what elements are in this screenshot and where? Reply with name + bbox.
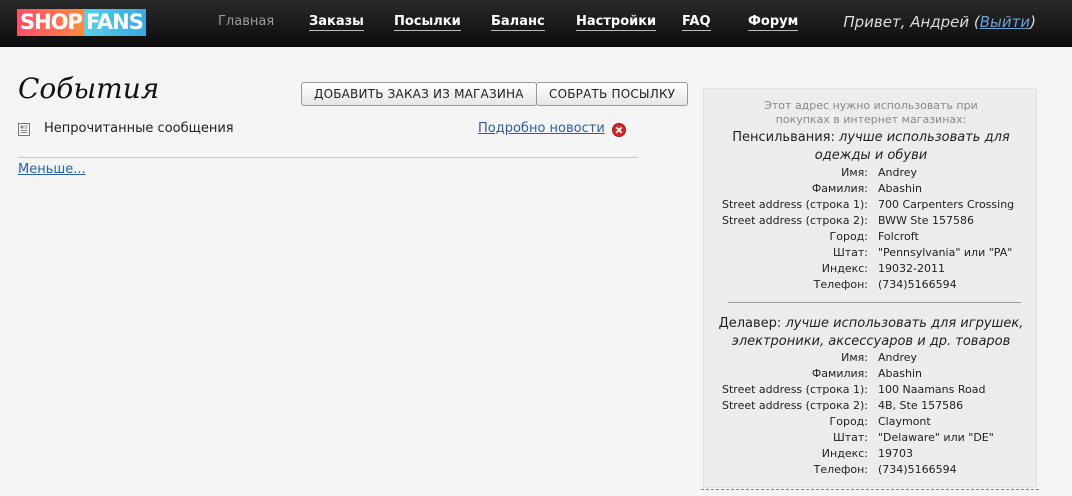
address-note-line1: Этот адрес нужно использовать при: [764, 99, 978, 112]
nav-forum[interactable]: Форум: [748, 14, 799, 31]
field-label: Штат:: [832, 246, 868, 259]
field-value: (734)5166594: [878, 278, 957, 291]
pennsylvania-heading: Пенсильвания: лучше использовать для оде…: [704, 129, 1038, 165]
address-row: Street address (строка 2): 4B, Ste 157586: [704, 398, 1038, 414]
logo-shop: SHOP: [17, 9, 84, 36]
unread-messages-row: Непрочитанные сообщения Подробно новости: [18, 121, 630, 139]
address-row: Город: Folcroft: [704, 229, 1038, 245]
address-row: Индекс: 19032-2011: [704, 261, 1038, 277]
delaware-hint: лучше использовать для игрушек,: [785, 316, 1024, 331]
field-label: Индекс:: [821, 447, 868, 460]
delaware-heading: Делавер: лучше использовать для игрушек,…: [704, 315, 1038, 351]
field-value: "Pennsylvania" или "PA": [878, 246, 1013, 259]
collect-parcel-button[interactable]: СОБРАТЬ ПОСЫЛКУ: [536, 82, 689, 106]
field-value: BWW Ste 157586: [878, 214, 974, 227]
shopfans-logo[interactable]: SHOP FANS: [17, 9, 146, 36]
field-label: Street address (строка 2):: [722, 399, 868, 412]
greeting-text: Привет, Андрей (: [843, 13, 980, 31]
pennsylvania-hint-2: одежды и обуви: [814, 148, 928, 163]
nav-balance[interactable]: Баланс: [491, 14, 545, 31]
field-label: Фамилия:: [811, 367, 868, 380]
field-value: Abashin: [878, 367, 922, 380]
field-label: Телефон:: [813, 278, 868, 291]
field-value: 100 Naamans Road: [878, 383, 986, 396]
address-row: Street address (строка 1): 700 Carpenters…: [704, 197, 1038, 213]
address-row: Телефон: (734)5166594: [704, 462, 1038, 478]
address-row: Город: Claymont: [704, 414, 1038, 430]
add-order-button[interactable]: ДОБАВИТЬ ЗАКАЗ ИЗ МАГАЗИНА: [301, 82, 537, 106]
field-value: Folcroft: [878, 230, 919, 243]
content-divider: [18, 157, 638, 158]
field-label: Street address (строка 1):: [722, 198, 868, 211]
address-row: Фамилия: Abashin: [704, 366, 1038, 382]
pennsylvania-address: Имя: Andrey Фамилия: Abashin Street addres…: [704, 165, 1038, 293]
address-note-line2: покупках в интернет магазинах:: [775, 113, 967, 126]
unread-messages-label: Непрочитанные сообщения: [44, 121, 234, 136]
more-news-link[interactable]: Подробно новости: [478, 121, 605, 136]
logo-fans: FANS: [83, 9, 146, 36]
delaware-hint-2: электроники, аксессуаров и др. товаров: [731, 334, 1011, 349]
nav-parcels[interactable]: Посылки: [394, 14, 461, 31]
address-row: Штат: "Pennsylvania" или "PA": [704, 245, 1038, 261]
delaware-address: Имя: Andrey Фамилия: Abashin Street addres…: [704, 350, 1038, 478]
address-row: Телефон: (734)5166594: [704, 277, 1038, 293]
field-label: Street address (строка 1):: [722, 383, 868, 396]
field-label: Имя:: [841, 351, 868, 364]
us-address-panel: Этот адрес нужно использовать при покупк…: [703, 88, 1037, 488]
pennsylvania-hint: лучше использовать для: [839, 130, 1010, 145]
address-row: Имя: Andrey: [704, 165, 1038, 181]
address-row: Фамилия: Abashin: [704, 181, 1038, 197]
field-label: Фамилия:: [811, 182, 868, 195]
page-title: События: [18, 72, 160, 105]
top-navigation-bar: SHOP FANS Главная Заказы Посылки Баланс …: [0, 0, 1072, 47]
nav-orders[interactable]: Заказы: [309, 14, 364, 31]
nav-faq[interactable]: FAQ: [682, 14, 711, 31]
address-row: Индекс: 19703: [704, 446, 1038, 462]
field-label: Штат:: [832, 431, 868, 444]
address-row: Штат: "Delaware" или "DE": [704, 430, 1038, 446]
field-label: Имя:: [841, 166, 868, 179]
field-value: Abashin: [878, 182, 922, 195]
field-value: 19703: [878, 447, 913, 460]
field-label: Индекс:: [821, 262, 868, 275]
field-label: Street address (строка 2):: [722, 214, 868, 227]
logout-link[interactable]: Выйти: [980, 13, 1030, 31]
address-note: Этот адрес нужно использовать при покупк…: [704, 99, 1038, 127]
delaware-state: Делавер:: [718, 316, 782, 331]
greeting-close-paren: ): [1030, 13, 1036, 31]
address-divider: [728, 302, 1021, 303]
field-value: 19032-2011: [878, 262, 945, 275]
user-greeting: Привет, Андрей (Выйти): [843, 13, 1036, 31]
field-value: Andrey: [878, 166, 918, 179]
address-row: Street address (строка 1): 100 Naamans Ro…: [704, 382, 1038, 398]
address-row: Street address (строка 2): BWW Ste 157586: [704, 213, 1038, 229]
field-value: "Delaware" или "DE": [878, 431, 994, 444]
pennsylvania-state: Пенсильвания:: [732, 130, 835, 145]
field-value: (734)5166594: [878, 463, 957, 476]
field-value: Claymont: [878, 415, 931, 428]
close-icon[interactable]: [612, 123, 626, 137]
field-label: Город:: [829, 415, 868, 428]
field-value: 700 Carpenters Crossing: [878, 198, 1015, 211]
document-icon: [18, 123, 30, 136]
address-row: Имя: Andrey: [704, 350, 1038, 366]
nav-home[interactable]: Главная: [218, 14, 274, 30]
field-value: 4B, Ste 157586: [878, 399, 964, 412]
nav-settings[interactable]: Настройки: [576, 14, 657, 31]
field-label: Город:: [829, 230, 868, 243]
show-less-link[interactable]: Меньше...: [18, 162, 86, 177]
field-label: Телефон:: [813, 463, 868, 476]
field-value: Andrey: [878, 351, 918, 364]
